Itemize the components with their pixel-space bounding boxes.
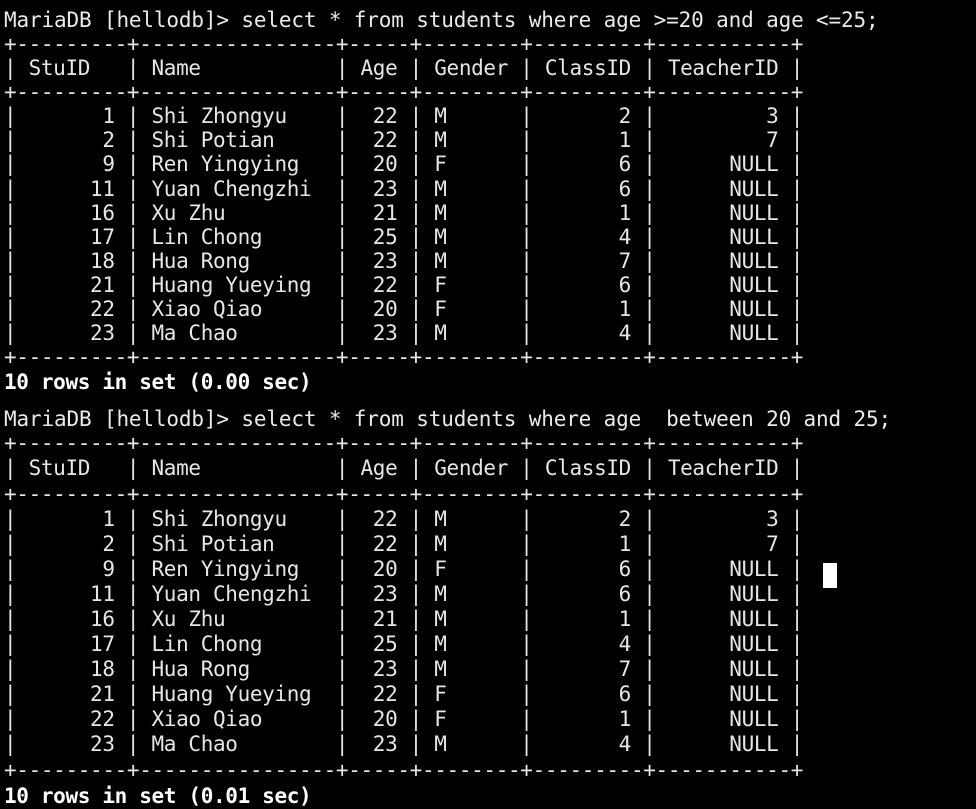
- table-row: | 23 | Ma Chao | 23 | M | 4 | NULL |: [4, 321, 804, 346]
- table-row: | 21 | Huang Yueying | 22 | F | 6 | NULL…: [4, 272, 804, 297]
- result-summary-1: 10 rows in set (0.00 sec): [4, 370, 312, 395]
- table-row: | 9 | Ren Yingying | 20 | F | 6 | NULL |: [4, 556, 804, 581]
- result-separator-top-1: +---------+----------------+-----+------…: [4, 32, 804, 56]
- result-separator-top-2: +---------+----------------+-----+------…: [4, 431, 804, 456]
- command-line-2[interactable]: MariaDB [hellodb]> select * from student…: [4, 407, 972, 431]
- command-line-1[interactable]: MariaDB [hellodb]> select * from student…: [4, 8, 972, 32]
- text-cursor: [823, 563, 837, 588]
- result-header-1: | StuID | Name | Age | Gender | ClassID …: [4, 56, 804, 81]
- table-row: | 11 | Yuan Chengzhi | 23 | M | 6 | NULL…: [4, 581, 804, 606]
- table-row: | 18 | Hua Rong | 23 | M | 7 | NULL |: [4, 657, 804, 682]
- table-row: | 2 | Shi Potian | 22 | M | 1 | 7 |: [4, 531, 804, 556]
- table-row: | 17 | Lin Chong | 25 | M | 4 | NULL |: [4, 224, 804, 249]
- result-rows-2: | 1 | Shi Zhongyu | 22 | M | 2 | 3 | | 2…: [4, 507, 972, 758]
- table-row: | 22 | Xiao Qiao | 20 | F | 1 | NULL |: [4, 297, 804, 322]
- result-rows-1: | 1 | Shi Zhongyu | 22 | M | 2 | 3 | | 2…: [4, 104, 972, 345]
- table-row: | 16 | Xu Zhu | 21 | M | 1 | NULL |: [4, 200, 804, 225]
- result-separator-mid-1: +---------+----------------+-----+------…: [4, 80, 804, 105]
- table-row: | 9 | Ren Yingying | 20 | F | 6 | NULL |: [4, 152, 804, 177]
- result-separator-bottom-2: +---------+----------------+-----+------…: [4, 757, 804, 782]
- table-row: | 18 | Hua Rong | 23 | M | 7 | NULL |: [4, 248, 804, 273]
- table-row: | 16 | Xu Zhu | 21 | M | 1 | NULL |: [4, 606, 804, 631]
- result-separator-bottom-1: +---------+----------------+-----+------…: [4, 345, 804, 370]
- table-row: | 2 | Shi Potian | 22 | M | 1 | 7 |: [4, 128, 804, 153]
- table-row: | 21 | Huang Yueying | 22 | F | 6 | NULL…: [4, 682, 804, 707]
- table-row: | 11 | Yuan Chengzhi | 23 | M | 6 | NULL…: [4, 176, 804, 201]
- table-row: | 1 | Shi Zhongyu | 22 | M | 2 | 3 |: [4, 104, 804, 129]
- table-row: | 23 | Ma Chao | 23 | M | 4 | NULL |: [4, 732, 804, 757]
- table-row: | 1 | Shi Zhongyu | 22 | M | 2 | 3 |: [4, 506, 804, 531]
- result-header-2: | StuID | Name | Age | Gender | ClassID …: [4, 456, 804, 481]
- top-spacer: [4, 0, 972, 8]
- block-gap: [4, 395, 972, 407]
- table-row: | 22 | Xiao Qiao | 20 | F | 1 | NULL |: [4, 707, 804, 732]
- result-separator-mid-2: +---------+----------------+-----+------…: [4, 481, 804, 506]
- result-summary-2: 10 rows in set (0.01 sec): [4, 783, 312, 808]
- table-row: | 17 | Lin Chong | 25 | M | 4 | NULL |: [4, 632, 804, 657]
- terminal-window[interactable]: MariaDB [hellodb]> select * from student…: [0, 0, 976, 808]
- terminal-screen[interactable]: MariaDB [hellodb]> select * from student…: [4, 0, 972, 809]
